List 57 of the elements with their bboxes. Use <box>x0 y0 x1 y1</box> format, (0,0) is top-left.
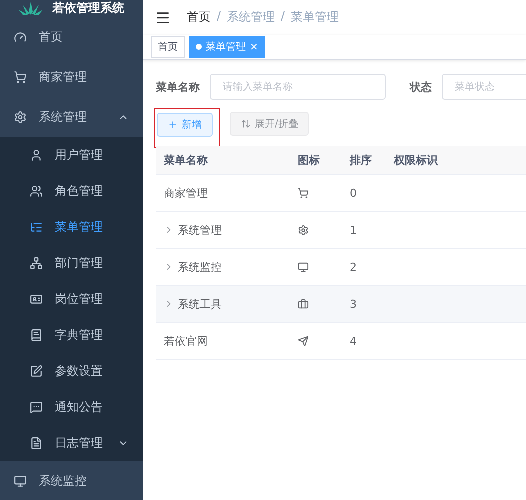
sidebar-item[interactable]: 岗位管理 <box>0 281 143 317</box>
gauge-icon <box>14 30 27 44</box>
sidebar-item[interactable]: 参数设置 <box>0 353 143 389</box>
sort-icon <box>241 119 251 129</box>
gear-icon <box>14 110 27 124</box>
sidebar-item[interactable]: 用户管理 <box>0 137 143 173</box>
column-header: 排序 <box>348 152 373 168</box>
edit-icon <box>30 364 43 378</box>
paper-plane-icon <box>298 336 309 346</box>
chat-icon <box>30 400 43 414</box>
table-cell: 1 <box>350 224 357 236</box>
field-label: 状态 <box>410 80 432 94</box>
sidebar-item[interactable]: 通知公告 <box>0 389 143 425</box>
breadcrumb-item: 菜单管理 <box>291 9 340 26</box>
breadcrumb-item[interactable]: 首页 <box>187 9 211 26</box>
breadcrumb-item: 系统管理 <box>227 9 276 26</box>
book-icon <box>30 328 43 342</box>
field-label: 菜单名称 <box>156 80 200 94</box>
document-icon <box>30 436 43 450</box>
input-field[interactable]: 请输入菜单名称 <box>210 74 386 100</box>
table-cell: 系统监控 <box>178 260 222 274</box>
app-title: 若依管理系统 <box>52 0 124 17</box>
breadcrumb-separator: / <box>217 9 222 25</box>
sidebar-item[interactable]: 菜单管理 <box>0 209 143 245</box>
plus-icon <box>168 120 178 130</box>
sidebar-item[interactable]: 部门管理 <box>0 245 143 281</box>
column-header: 菜单名称 <box>163 152 209 168</box>
input-field[interactable]: 菜单状态 <box>442 74 526 100</box>
column-header: 图标 <box>297 152 321 168</box>
table-cell: 4 <box>350 334 357 348</box>
table-cell: 3 <box>350 298 357 310</box>
monitor-icon <box>298 262 309 272</box>
user-icon <box>30 148 43 162</box>
users-icon <box>30 184 43 198</box>
menu-icon[interactable] <box>155 10 171 26</box>
tab[interactable]: 首页 <box>151 36 185 58</box>
column-header: 权限标识 <box>392 152 440 168</box>
table-row[interactable]: 系统工具 3 <box>156 286 526 323</box>
table-cell: 若依官网 <box>164 334 208 348</box>
cart-icon <box>298 188 309 198</box>
id-card-icon <box>30 292 43 306</box>
logo-icon <box>18 2 42 16</box>
table-cell: 0 <box>350 186 357 200</box>
table-cell: 系统工具 <box>178 296 222 312</box>
org-chart-icon <box>30 256 43 270</box>
list-icon <box>30 220 43 234</box>
sidebar-item[interactable]: 日志管理 <box>0 425 143 461</box>
table-cell: 商家管理 <box>164 186 208 200</box>
sidebar-item[interactable]: 角色管理 <box>0 173 143 209</box>
gear-icon <box>298 224 309 236</box>
table-cell: 2 <box>350 260 357 274</box>
table-cell: 系统管理 <box>178 222 222 238</box>
breadcrumb-separator: / <box>281 9 286 25</box>
sidebar-item[interactable]: 字典管理 <box>0 317 143 353</box>
cart-icon <box>14 70 27 84</box>
briefcase-icon <box>298 298 309 310</box>
monitor-icon <box>14 474 27 488</box>
